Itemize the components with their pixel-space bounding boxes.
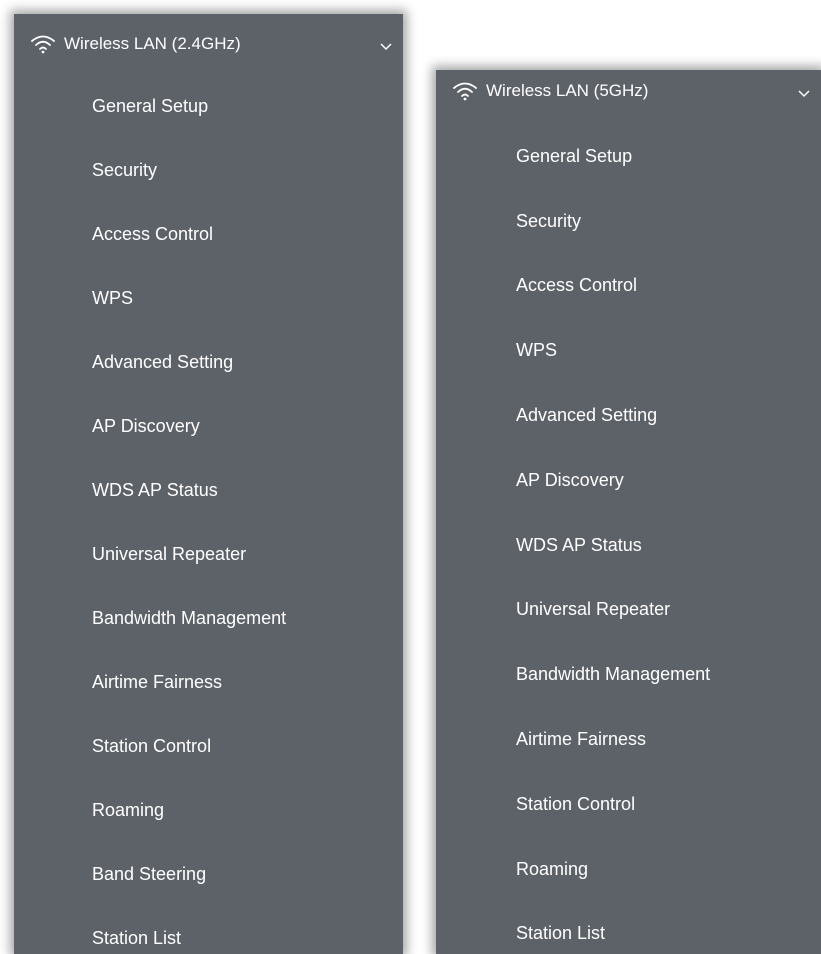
wifi-icon	[452, 81, 478, 101]
menu-item-advanced-setting[interactable]: Advanced Setting	[436, 383, 821, 448]
menu-item-airtime-fairness[interactable]: Airtime Fairness	[14, 650, 403, 714]
menu-item-advanced-setting[interactable]: Advanced Setting	[14, 330, 403, 394]
menu-item-band-steering[interactable]: Band Steering	[14, 842, 403, 906]
menu-item-universal-repeater[interactable]: Universal Repeater	[436, 578, 821, 643]
menu-item-ap-discovery[interactable]: AP Discovery	[14, 394, 403, 458]
menu-item-roaming[interactable]: Roaming	[14, 778, 403, 842]
wireless-lan-24ghz-menu: Wireless LAN (2.4GHz) General Setup Secur…	[14, 14, 403, 954]
menu-item-wps[interactable]: WPS	[14, 266, 403, 330]
wireless-lan-5ghz-header[interactable]: Wireless LAN (5GHz)	[436, 70, 821, 112]
menu-item-access-control[interactable]: Access Control	[436, 254, 821, 319]
menu-list: General Setup Security Access Control WPS Ad…	[14, 74, 403, 954]
menu-item-general-setup[interactable]: General Setup	[14, 74, 403, 138]
wifi-icon	[30, 34, 56, 54]
menu-list: General Setup Security Access Control WPS Ad…	[436, 124, 821, 954]
menu-item-station-list[interactable]: Station List	[14, 906, 403, 954]
menu-item-wps[interactable]: WPS	[436, 318, 821, 383]
menu-item-wds-ap-status[interactable]: WDS AP Status	[436, 513, 821, 578]
menu-item-airtime-fairness[interactable]: Airtime Fairness	[436, 707, 821, 772]
wireless-lan-24ghz-header[interactable]: Wireless LAN (2.4GHz)	[14, 14, 403, 74]
menu-item-access-control[interactable]: Access Control	[14, 202, 403, 266]
menu-item-roaming[interactable]: Roaming	[436, 837, 821, 902]
menu-item-bandwidth-management[interactable]: Bandwidth Management	[14, 586, 403, 650]
menu-title: Wireless LAN (5GHz)	[486, 81, 649, 100]
menu-item-ap-discovery[interactable]: AP Discovery	[436, 448, 821, 513]
menu-item-station-list[interactable]: Station List	[436, 902, 821, 954]
menu-title: Wireless LAN (2.4GHz)	[64, 34, 241, 53]
chevron-down-icon[interactable]	[379, 41, 393, 51]
menu-item-station-control[interactable]: Station Control	[14, 714, 403, 778]
wireless-lan-5ghz-menu: Wireless LAN (5GHz) General Setup Securit…	[436, 70, 821, 954]
menu-item-general-setup[interactable]: General Setup	[436, 124, 821, 189]
menu-item-wds-ap-status[interactable]: WDS AP Status	[14, 458, 403, 522]
menu-item-station-control[interactable]: Station Control	[436, 772, 821, 837]
menu-item-security[interactable]: Security	[14, 138, 403, 202]
menu-item-security[interactable]: Security	[436, 189, 821, 254]
chevron-down-icon[interactable]	[797, 88, 811, 98]
menu-item-bandwidth-management[interactable]: Bandwidth Management	[436, 642, 821, 707]
menu-item-universal-repeater[interactable]: Universal Repeater	[14, 522, 403, 586]
